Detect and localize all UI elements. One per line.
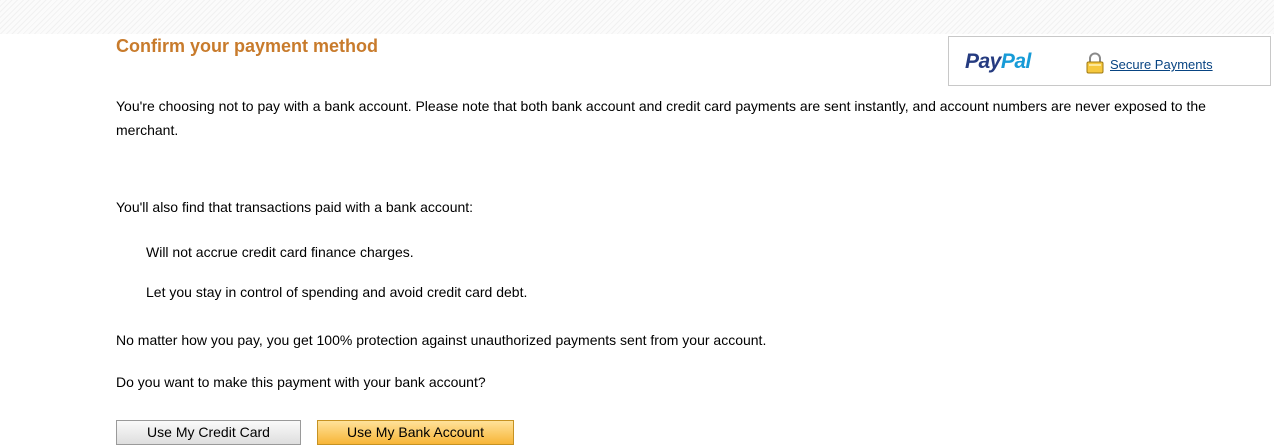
benefit-item: Will not accrue credit card finance char… [146, 244, 414, 260]
protection-text: No matter how you pay, you get 100% prot… [116, 332, 767, 348]
use-credit-card-button[interactable]: Use My Credit Card [116, 420, 301, 445]
intro-text: You're choosing not to pay with a bank a… [116, 98, 1206, 138]
use-bank-account-button[interactable]: Use My Bank Account [317, 420, 514, 445]
header-pattern-strip [0, 0, 1274, 34]
question-text: Do you want to make this payment with yo… [116, 374, 486, 390]
paypal-logo-pay: Pay [965, 50, 1001, 73]
paypal-logo-pal: Pal [1000, 50, 1032, 73]
benefits-heading: You'll also find that transactions paid … [116, 199, 474, 215]
paypal-logo: PayPal [965, 50, 1031, 74]
secure-payments-link[interactable]: Secure Payments [1110, 57, 1213, 72]
secure-payments-panel: PayPal Secure Payments [948, 36, 1271, 86]
page-title: Confirm your payment method [116, 36, 379, 56]
benefit-item: Let you stay in control of spending and … [146, 284, 528, 300]
lock-icon [1086, 52, 1104, 74]
